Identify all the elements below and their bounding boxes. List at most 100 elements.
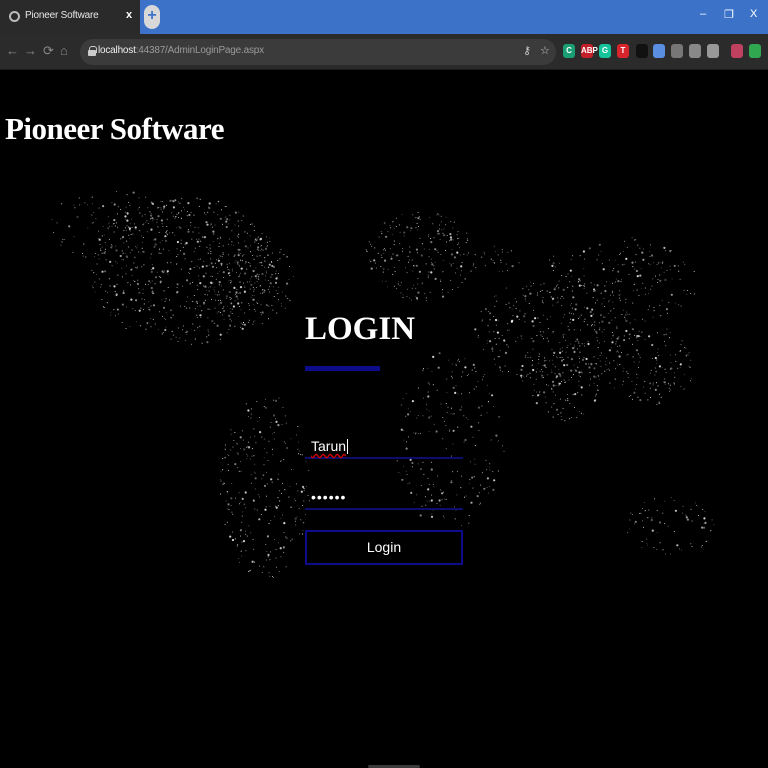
city-light [661, 262, 664, 264]
city-light [495, 251, 497, 253]
city-light [601, 263, 603, 265]
restore-button[interactable]: ❐ [724, 8, 734, 21]
city-light [79, 204, 81, 206]
city-light [646, 542, 648, 544]
extension-icon[interactable] [636, 44, 648, 58]
city-light [646, 544, 649, 546]
login-button[interactable]: Login [305, 530, 463, 565]
extension-icon[interactable] [731, 44, 743, 58]
city-light [163, 270, 165, 272]
key-icon[interactable]: ⚷ [523, 44, 531, 57]
city-light [450, 220, 452, 223]
city-light [119, 254, 122, 258]
city-light [481, 379, 484, 381]
city-light [369, 259, 371, 261]
city-light [254, 241, 256, 243]
city-light [246, 281, 248, 283]
address-url[interactable]: localhost:44387/AdminLoginPage.aspx [98, 45, 264, 56]
city-light [658, 401, 660, 403]
city-light [428, 410, 430, 412]
lock-icon[interactable] [88, 46, 97, 56]
city-light [259, 250, 261, 252]
city-light [223, 482, 225, 484]
city-light [571, 307, 573, 309]
address-bar[interactable]: localhost:44387/AdminLoginPage.aspx ⚷ ☆ [80, 39, 556, 65]
city-light [425, 299, 427, 302]
city-light [188, 213, 191, 217]
extension-icon[interactable]: ABP [581, 44, 598, 58]
extension-icon[interactable] [671, 44, 683, 58]
city-light [419, 218, 421, 220]
city-light [640, 267, 642, 270]
city-light [560, 381, 563, 383]
extension-icon[interactable] [689, 44, 701, 58]
city-light [480, 414, 482, 416]
city-light [640, 287, 642, 289]
city-light [474, 328, 477, 331]
password-input[interactable]: •••••• [305, 484, 463, 510]
city-light [695, 502, 697, 504]
city-light [380, 254, 382, 256]
extension-icon[interactable]: T [617, 44, 629, 58]
city-light [450, 413, 452, 415]
city-light [479, 503, 481, 506]
city-light [567, 356, 569, 358]
extension-icon[interactable]: G [599, 44, 611, 58]
city-light [674, 354, 677, 356]
city-light [216, 267, 218, 269]
city-light [452, 239, 454, 241]
city-light [162, 225, 164, 228]
city-light [302, 530, 304, 532]
city-light [570, 343, 572, 345]
city-light [227, 273, 229, 275]
city-light [639, 357, 641, 359]
city-light [225, 225, 228, 229]
city-light [232, 446, 234, 448]
extension-icon[interactable] [749, 44, 761, 58]
star-icon[interactable]: ☆ [540, 44, 550, 57]
city-light [223, 318, 225, 320]
city-light [167, 234, 169, 236]
city-light [231, 312, 233, 315]
city-light [264, 257, 266, 259]
city-light [218, 281, 221, 284]
city-light [257, 242, 259, 244]
city-light [161, 333, 163, 335]
city-light [622, 384, 624, 386]
tab-close-button[interactable]: x [126, 9, 132, 21]
city-light [238, 503, 241, 505]
city-light [229, 307, 231, 310]
extension-icon[interactable] [653, 44, 665, 58]
city-light [191, 261, 193, 263]
extension-icon[interactable] [707, 44, 719, 58]
city-light [153, 292, 155, 295]
city-light [207, 211, 209, 213]
city-light [209, 282, 212, 284]
extension-icon[interactable]: C [563, 44, 575, 58]
city-light [230, 244, 233, 246]
home-icon[interactable]: ⌂ [60, 44, 68, 58]
username-input[interactable]: Tarun [305, 433, 463, 459]
city-light [256, 248, 258, 250]
city-light [204, 285, 207, 288]
city-light [625, 329, 628, 333]
city-light [660, 315, 662, 317]
reload-icon[interactable]: ⟳ [43, 44, 54, 58]
minimize-button[interactable]: – [700, 8, 706, 20]
city-light [196, 265, 198, 267]
back-icon[interactable]: ← [6, 44, 19, 58]
forward-icon[interactable]: → [24, 44, 37, 58]
city-light [284, 415, 286, 417]
city-light [186, 210, 188, 213]
city-light [654, 498, 656, 500]
city-light [151, 217, 154, 220]
new-tab-button[interactable]: + [144, 5, 160, 29]
browser-tab[interactable]: Pioneer Software x [0, 0, 140, 34]
city-light [403, 429, 405, 431]
close-window-button[interactable]: X [750, 8, 757, 20]
city-light [194, 226, 196, 228]
city-light [404, 267, 407, 269]
city-light [628, 313, 630, 315]
city-light [129, 229, 131, 231]
city-light [451, 363, 453, 365]
